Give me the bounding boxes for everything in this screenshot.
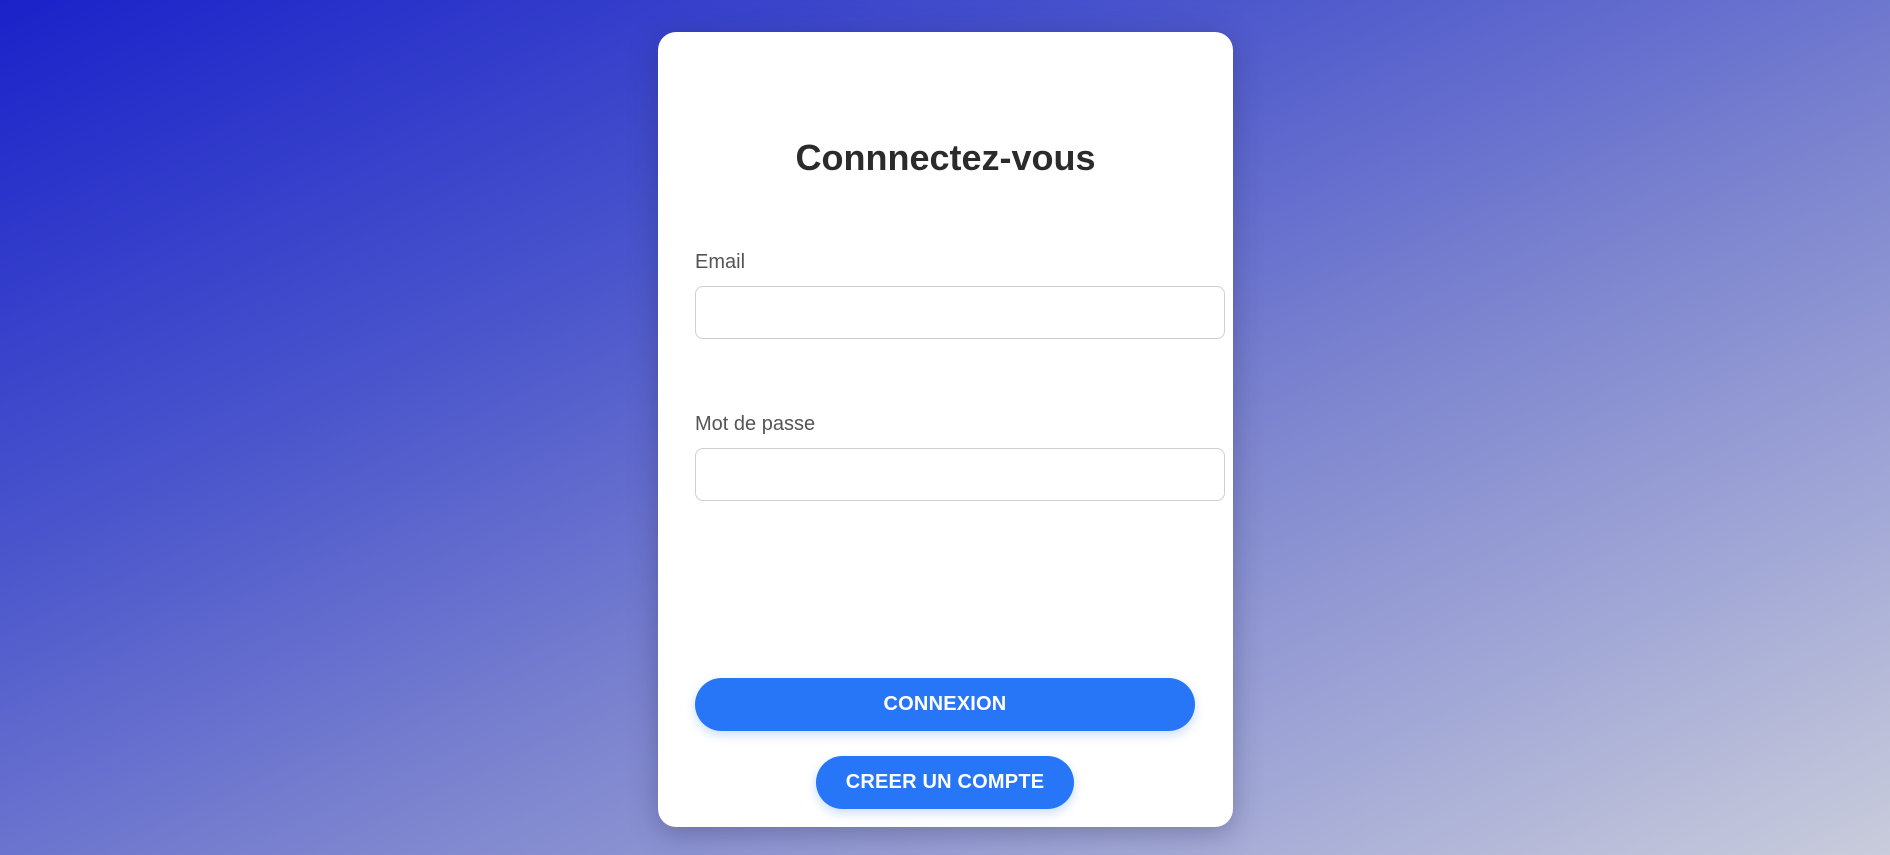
email-label: Email [695,251,746,273]
login-button[interactable]: CONNEXION [695,678,1195,731]
login-card: Connnectez-vous Email Mot de passe CONNE… [658,32,1233,827]
password-label: Mot de passe [695,413,816,435]
page-title: Connnectez-vous [795,137,1096,178]
password-field[interactable] [695,448,1225,501]
create-account-button[interactable]: CREER UN COMPTE [816,756,1074,809]
email-field[interactable] [695,286,1225,339]
